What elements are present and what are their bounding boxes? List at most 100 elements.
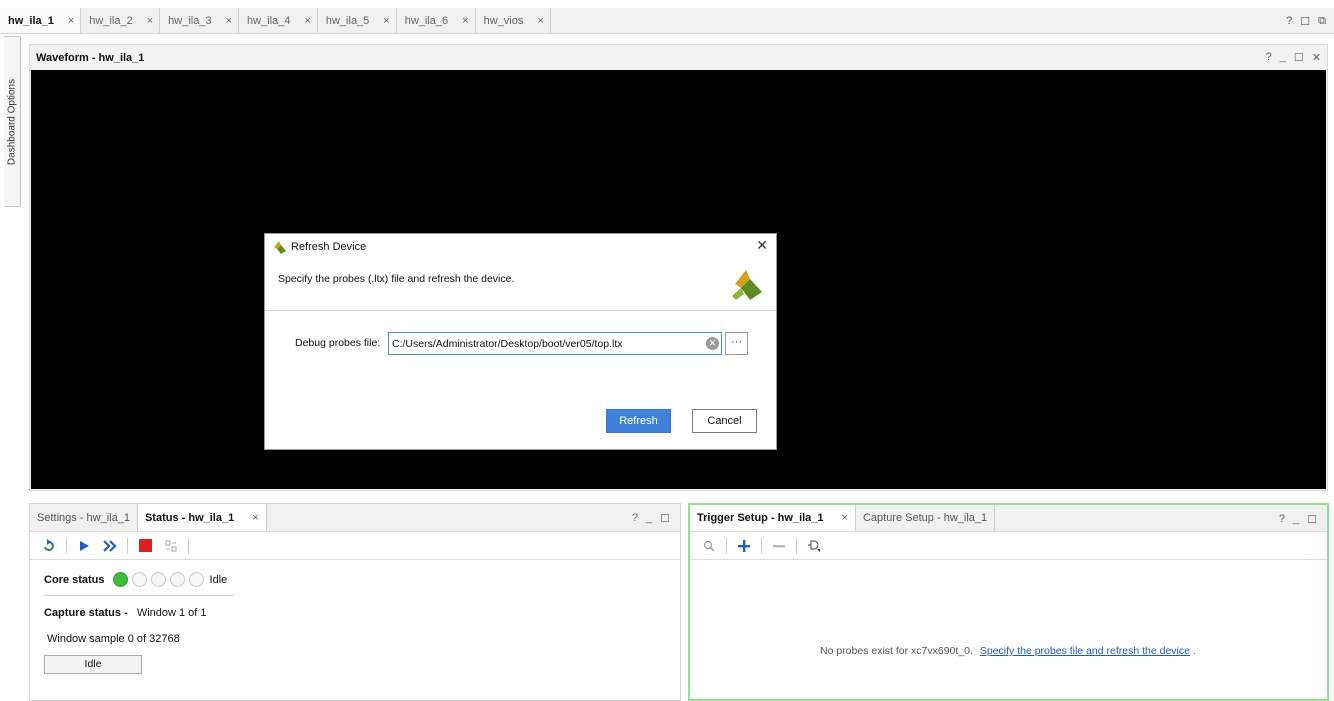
restore-icon[interactable]: ☐ — [1300, 15, 1310, 28]
close-icon[interactable]: × — [68, 15, 74, 27]
remove-probe-icon[interactable] — [768, 536, 790, 556]
minimize-icon[interactable]: _ — [1293, 513, 1299, 525]
status-led-icon — [169, 572, 185, 587]
search-icon[interactable] — [698, 536, 720, 556]
close-icon[interactable]: ✕ — [756, 237, 768, 254]
close-icon[interactable]: × — [226, 15, 232, 27]
toolbar-separator — [66, 537, 67, 554]
tab-label: hw_ila_6 — [404, 14, 449, 27]
core-status-label: Core status — [44, 573, 105, 586]
trigger-setup-panel: Trigger Setup - hw_ila_1 × Capture Setup … — [688, 503, 1329, 701]
close-icon[interactable]: × — [842, 512, 848, 524]
tab-hw-ila-5[interactable]: hw_ila_5 × — [318, 8, 397, 33]
help-icon[interactable]: ? — [632, 512, 638, 524]
dialog-title-bar: Refresh Device — [273, 239, 366, 255]
maximize-icon[interactable]: ☐ — [1307, 513, 1317, 526]
tab-label: Settings - hw_ila_1 — [37, 511, 130, 524]
window-sample-text: Window sample 0 of 32768 — [47, 633, 180, 645]
stop-trigger-icon[interactable] — [134, 536, 156, 556]
run-trigger-continuous-icon[interactable] — [99, 536, 121, 556]
capture-status-value: Window 1 of 1 — [136, 607, 207, 619]
message-suffix: . — [1192, 645, 1196, 657]
help-icon[interactable]: ? — [1266, 51, 1272, 64]
tab-hw-ila-3[interactable]: hw_ila_3 × — [160, 8, 240, 33]
status-panel: Settings - hw_ila_1 Status - hw_ila_1 × ?… — [29, 503, 681, 701]
tab-hw-vios[interactable]: hw_vios × — [476, 8, 551, 33]
no-probes-message: No probes exist for xc7vx690t_0. Specify… — [820, 645, 1196, 657]
refresh-button[interactable]: Refresh — [606, 409, 671, 433]
divider — [44, 595, 234, 596]
panel-controls: ? _ ☐ ✕ — [1266, 51, 1321, 64]
run-trigger-immediate-icon[interactable] — [38, 536, 60, 556]
no-probes-text: No probes exist for xc7vx690t_0. — [820, 645, 973, 657]
close-icon[interactable]: × — [147, 15, 153, 27]
tab-label: Status - hw_ila_1 — [144, 511, 235, 524]
close-icon[interactable]: × — [304, 15, 310, 27]
tab-hw-ila-4[interactable]: hw_ila_4 × — [239, 8, 318, 33]
tab-settings[interactable]: Settings - hw_ila_1 — [30, 504, 138, 531]
trigger-condition-icon[interactable] — [803, 536, 825, 556]
tab-label: Capture Setup - hw_ila_1 — [862, 512, 988, 524]
tab-label: hw_vios — [483, 14, 524, 27]
vivado-logo-icon — [732, 270, 762, 300]
toggle-view-icon[interactable] — [160, 536, 182, 556]
tab-label: hw_ila_2 — [89, 14, 133, 27]
toolbar-separator — [127, 537, 128, 554]
close-icon[interactable]: × — [537, 15, 543, 27]
minimize-icon[interactable]: _ — [646, 512, 652, 524]
browse-button[interactable]: ··· — [725, 332, 748, 355]
debug-probes-file-input[interactable] — [388, 332, 722, 355]
minimize-icon[interactable]: _ — [1280, 51, 1286, 64]
toolbar-separator — [188, 537, 189, 554]
trigger-panel-tabs: Trigger Setup - hw_ila_1 × Capture Setup … — [690, 505, 1327, 532]
dialog-divider — [265, 310, 776, 311]
capture-status-label: Capture status - — [44, 607, 128, 619]
close-icon[interactable]: ✕ — [1312, 51, 1321, 64]
panel-controls: ? _ ☐ — [1279, 505, 1317, 533]
tab-capture-setup[interactable]: Capture Setup - hw_ila_1 — [856, 505, 996, 531]
status-led-icon — [188, 572, 204, 587]
debug-probes-label: Debug probes file: — [295, 337, 381, 349]
core-status-value: Idle — [209, 573, 228, 586]
dialog-title: Refresh Device — [291, 241, 367, 253]
tab-hw-ila-1[interactable]: hw_ila_1 × — [0, 8, 82, 33]
specify-probes-link[interactable]: Specify the probes file and refresh the … — [980, 645, 1190, 657]
tab-label: Trigger Setup - hw_ila_1 — [697, 512, 824, 524]
toolbar-separator — [796, 537, 797, 554]
clear-icon[interactable]: ✕ — [706, 337, 719, 350]
toolbar-separator — [761, 537, 762, 554]
close-icon[interactable]: × — [383, 15, 389, 27]
window-controls: ? ☐ ⧉ — [1286, 8, 1326, 34]
tab-label: hw_ila_1 — [8, 14, 54, 27]
add-probe-icon[interactable] — [733, 536, 755, 556]
float-icon[interactable]: ⧉ — [1318, 15, 1326, 28]
tab-hw-ila-2[interactable]: hw_ila_2 × — [81, 8, 161, 33]
top-tab-strip: hw_ila_1 × hw_ila_2 × hw_ila_3 × hw_ila_4 × … — [0, 8, 1334, 34]
status-led-icon — [131, 572, 147, 587]
side-tab-label: Dashboard Options — [6, 78, 18, 165]
cancel-button[interactable]: Cancel — [692, 409, 757, 433]
status-toolbar — [30, 532, 680, 560]
status-state-button: Idle — [44, 655, 142, 674]
help-icon[interactable]: ? — [1286, 15, 1292, 27]
help-icon[interactable]: ? — [1279, 513, 1285, 525]
tab-label: hw_ila_3 — [168, 14, 212, 27]
close-icon[interactable]: × — [462, 15, 468, 27]
close-icon[interactable]: × — [252, 512, 258, 524]
maximize-icon[interactable]: ☐ — [1294, 51, 1304, 64]
toolbar-separator — [726, 537, 727, 554]
run-trigger-icon[interactable] — [73, 536, 95, 556]
tab-hw-ila-6[interactable]: hw_ila_6 × — [397, 8, 476, 33]
tab-trigger-setup[interactable]: Trigger Setup - hw_ila_1 × — [690, 505, 856, 531]
capture-status-row: Capture status - Window 1 of 1 — [44, 607, 207, 619]
core-status-row: Core status Idle — [44, 572, 227, 587]
status-panel-tabs: Settings - hw_ila_1 Status - hw_ila_1 × ?… — [30, 504, 680, 532]
dialog-description: Specify the probes (.ltx) file and refre… — [278, 273, 515, 285]
side-tab-dashboard-options[interactable]: Dashboard Options — [4, 36, 21, 207]
tab-label: hw_ila_5 — [325, 14, 370, 27]
status-led-icon — [150, 572, 166, 587]
tab-status[interactable]: Status - hw_ila_1 × — [137, 504, 267, 531]
maximize-icon[interactable]: ☐ — [660, 512, 670, 525]
vivado-logo-icon — [274, 240, 286, 254]
panel-controls: ? _ ☐ — [632, 504, 670, 532]
